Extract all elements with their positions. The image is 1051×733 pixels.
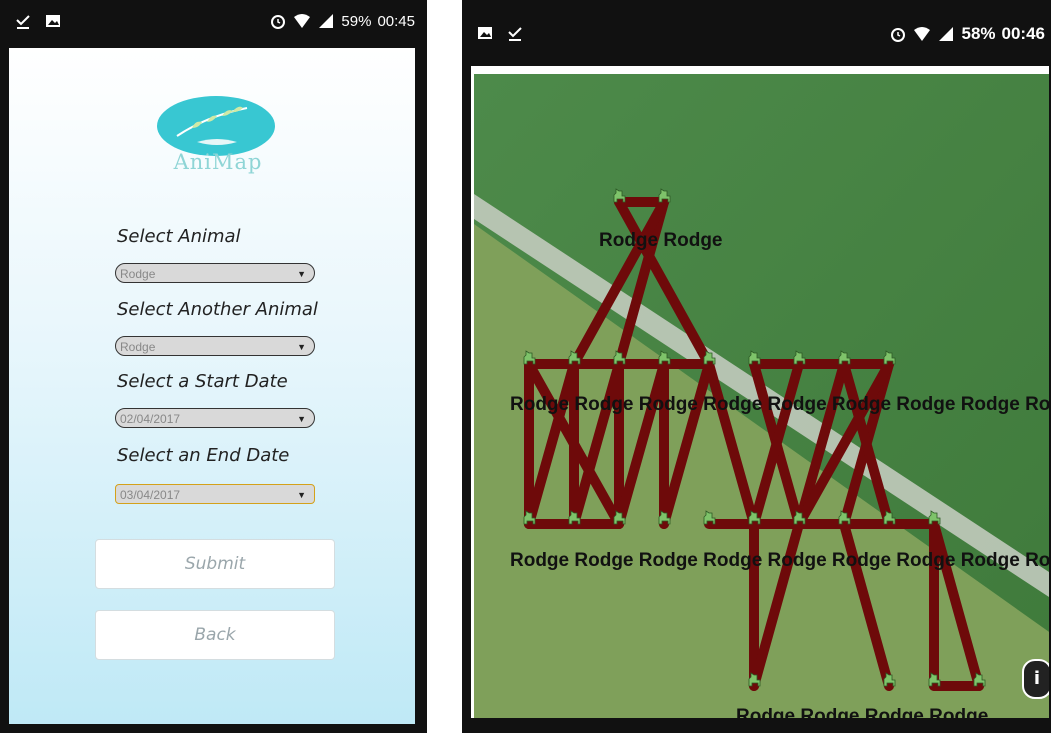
map-screen: Rodge Rodge Rodge Rodge Rodge Rodge Rodg… (471, 66, 1049, 718)
logo-ellipse (157, 96, 275, 156)
info-button[interactable]: i (1022, 659, 1049, 699)
clock-text: 00:45 (377, 12, 415, 30)
start-date-dropdown[interactable]: 02/04/2017 ▼ (115, 408, 315, 428)
status-bar: 59% 00:45 (0, 0, 427, 46)
clock-text: 00:46 (1001, 24, 1045, 43)
select-animal-dropdown[interactable]: Rodge ▼ (115, 263, 315, 283)
image-icon (46, 15, 60, 27)
left-phone-screen: 59% 00:45 AniMap Select Animal Rodge ▼ S… (0, 0, 427, 733)
wifi-icon (914, 27, 931, 41)
image-icon (478, 27, 492, 39)
animap-form-screen: AniMap Select Animal Rodge ▼ Select Anot… (9, 48, 415, 724)
battery-text: 59% (341, 12, 372, 30)
logo-text: AniMap (173, 150, 263, 174)
download-done-icon (508, 27, 522, 41)
leaf-icon (176, 106, 248, 145)
select-another-animal-value: Rodge (120, 340, 156, 354)
select-animal-label: Select Animal (117, 226, 241, 247)
signal-icon (319, 14, 334, 28)
alarm-icon (891, 28, 906, 42)
signal-icon (939, 27, 954, 41)
map-label-row-mid: Rodge Rodge Rodge Rodge Rodge Rodge Rodg… (510, 394, 1049, 415)
map-label-row-bottom: Rodge Rodge Rodge Rodge (736, 706, 988, 718)
satellite-map[interactable]: Rodge Rodge Rodge Rodge Rodge Rodge Rodg… (474, 74, 1049, 718)
end-date-dropdown[interactable]: 03/04/2017 ▼ (115, 484, 315, 504)
wifi-icon (294, 14, 311, 28)
right-phone-screen: 58% 00:46 Rodge Rodge Rodge Rodge Rodge … (462, 0, 1051, 733)
battery-text: 58% (961, 24, 996, 43)
dropdown-arrow-icon: ▼ (297, 269, 306, 279)
dropdown-arrow-icon: ▼ (297, 490, 306, 500)
select-start-date-label: Select a Start Date (117, 371, 288, 392)
alarm-icon (271, 15, 286, 29)
submit-button[interactable]: Submit (95, 539, 335, 589)
select-end-date-label: Select an End Date (117, 445, 290, 466)
select-another-animal-label: Select Another Animal (117, 299, 318, 320)
start-date-value: 02/04/2017 (120, 412, 181, 426)
back-button[interactable]: Back (95, 610, 335, 660)
app-logo: AniMap (157, 92, 279, 182)
end-date-value: 03/04/2017 (120, 488, 181, 502)
download-done-icon (16, 15, 30, 29)
map-label-row-top: Rodge Rodge (599, 230, 723, 251)
select-animal-value: Rodge (120, 267, 156, 281)
select-another-animal-dropdown[interactable]: Rodge ▼ (115, 336, 315, 356)
status-bar: 58% 00:46 (462, 0, 1051, 64)
dropdown-arrow-icon: ▼ (297, 414, 306, 424)
dropdown-arrow-icon: ▼ (297, 342, 306, 352)
map-label-row-low: Rodge Rodge Rodge Rodge Rodge Rodge Rodg… (510, 550, 1049, 571)
